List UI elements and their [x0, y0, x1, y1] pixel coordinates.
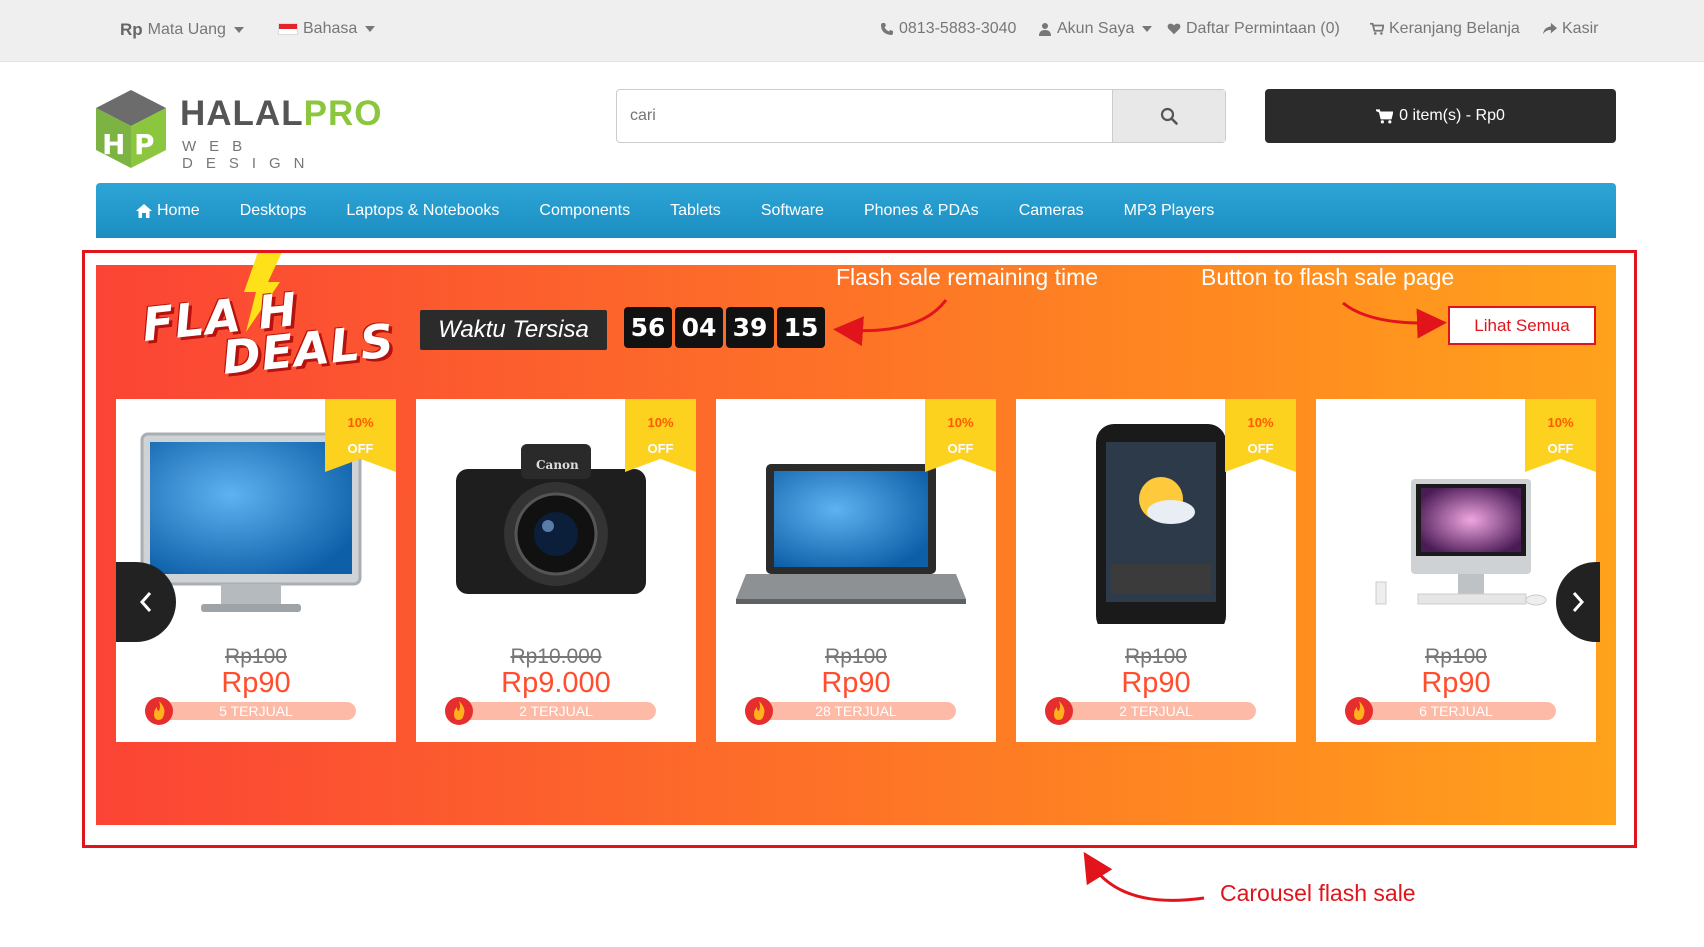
carousel-highlight-frame [82, 250, 1637, 848]
arrow-to-carousel [1083, 851, 1205, 902]
